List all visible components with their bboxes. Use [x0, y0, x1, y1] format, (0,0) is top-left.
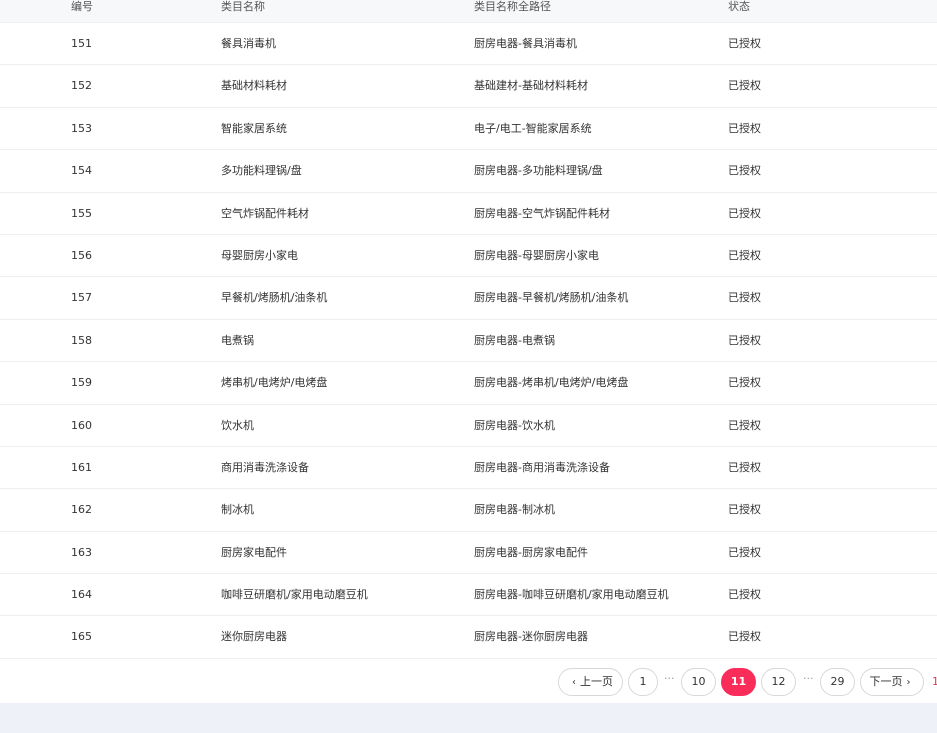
- pagination-trailing-text: 1: [932, 675, 937, 688]
- page: 编号 类目名称 类目名称全路径 状态 151 餐具消毒机 厨房电器-餐具消毒机 已授权…: [0, 0, 937, 733]
- table-row: 155 空气炸锅配件耗材 厨房电器-空气炸锅配件耗材 已授权: [0, 193, 937, 235]
- cell-category-name: 餐具消毒机: [221, 37, 276, 50]
- cell-category-path: 基础建材-基础材料耗材: [474, 79, 588, 93]
- cell-category-path: 厨房电器-商用消毒洗涤设备: [474, 460, 610, 474]
- cell-category-path: 厨房电器-烤串机/电烤炉/电烤盘: [474, 376, 629, 390]
- footer-band: [0, 703, 937, 733]
- cell-category-name: 多功能料理锅/盘: [221, 164, 302, 178]
- cell-category-name: 基础材料耗材: [221, 79, 287, 93]
- category-table: 编号 类目名称 类目名称全路径 状态 151 餐具消毒机 厨房电器-餐具消毒机 已授权…: [0, 0, 937, 659]
- prev-page-button[interactable]: ‹ 上一页: [558, 668, 623, 696]
- cell-category-name: 迷你厨房电器: [221, 630, 287, 644]
- cell-category-name: 早餐机/烤肠机/油条机: [221, 291, 328, 305]
- next-page-button[interactable]: 下一页 ›: [860, 668, 924, 696]
- cell-status: 已授权: [728, 376, 761, 390]
- cell-category-path: 厨房电器-厨房家电配件: [474, 545, 588, 559]
- cell-status: 已授权: [728, 164, 761, 178]
- page-29-button[interactable]: 29: [820, 668, 855, 696]
- table-row: 165 迷你厨房电器 厨房电器-迷你厨房电器 已授权: [0, 616, 937, 659]
- chevron-left-icon: ‹: [572, 677, 576, 688]
- cell-id: 155: [71, 206, 92, 220]
- cell-id: 161: [71, 460, 92, 474]
- table-body: 151 餐具消毒机 厨房电器-餐具消毒机 已授权 152 基础材料耗材 基础建材-基础材料耗…: [0, 23, 937, 659]
- cell-status: 已授权: [728, 121, 761, 135]
- pagination-ellipsis-left: ···: [664, 672, 675, 685]
- cell-category-path: 厨房电器-饮水机: [474, 418, 555, 432]
- cell-category-name: 母婴厨房小家电: [221, 248, 298, 262]
- table-row: 164 咖啡豆研磨机/家用电动磨豆机 厨房电器-咖啡豆研磨机/家用电动磨豆机 已授权: [0, 574, 937, 617]
- cell-status: 已授权: [728, 588, 761, 602]
- next-page-label: 下一页: [869, 675, 903, 688]
- cell-status: 已授权: [728, 248, 761, 262]
- cell-id: 154: [71, 164, 92, 178]
- chevron-right-icon: ›: [906, 677, 911, 688]
- cell-category-path: 电子/电工-智能家居系统: [474, 121, 592, 135]
- table-row: 152 基础材料耗材 基础建材-基础材料耗材 已授权: [0, 65, 937, 108]
- cell-id: 165: [71, 630, 92, 644]
- table-row: 153 智能家居系统 电子/电工-智能家居系统 已授权: [0, 108, 937, 151]
- cell-category-path: 厨房电器-餐具消毒机: [474, 37, 577, 50]
- cell-category-name: 电煮锅: [221, 333, 254, 347]
- table-row: 156 母婴厨房小家电 厨房电器-母婴厨房小家电 已授权: [0, 235, 937, 278]
- table-row: 162 制冰机 厨房电器-制冰机 已授权: [0, 489, 937, 532]
- cell-id: 158: [71, 333, 92, 347]
- table-row: 160 饮水机 厨房电器-饮水机 已授权: [0, 405, 937, 447]
- cell-status: 已授权: [728, 333, 761, 347]
- cell-id: 162: [71, 503, 92, 517]
- cell-category-path: 厨房电器-迷你厨房电器: [474, 630, 588, 644]
- cell-id: 152: [71, 79, 92, 93]
- table-row: 161 商用消毒洗涤设备 厨房电器-商用消毒洗涤设备 已授权: [0, 447, 937, 490]
- cell-id: 156: [71, 248, 92, 262]
- page-12-button[interactable]: 12: [761, 668, 796, 696]
- cell-category-name: 厨房家电配件: [221, 545, 287, 559]
- cell-id: 153: [71, 121, 92, 135]
- table-row: 159 烤串机/电烤炉/电烤盘 厨房电器-烤串机/电烤炉/电烤盘 已授权: [0, 362, 937, 405]
- cell-category-name: 商用消毒洗涤设备: [221, 460, 309, 474]
- pagination: ‹ 上一页 1 ··· 10 11 12 ··· 29 下一页 › 1: [0, 668, 937, 696]
- cell-category-name: 烤串机/电烤炉/电烤盘: [221, 376, 328, 390]
- table-row: 151 餐具消毒机 厨房电器-餐具消毒机 已授权: [0, 23, 937, 66]
- table-row: 158 电煮锅 厨房电器-电煮锅 已授权: [0, 320, 937, 363]
- cell-id: 151: [71, 37, 92, 50]
- table-header: 编号 类目名称 类目名称全路径 状态: [0, 0, 937, 23]
- cell-category-path: 厨房电器-电煮锅: [474, 333, 555, 347]
- page-1-button[interactable]: 1: [628, 668, 658, 696]
- cell-status: 已授权: [728, 206, 761, 220]
- cell-category-path: 厨房电器-早餐机/烤肠机/油条机: [474, 291, 629, 305]
- cell-status: 已授权: [728, 630, 761, 644]
- cell-id: 159: [71, 376, 92, 390]
- cell-status: 已授权: [728, 79, 761, 93]
- cell-status: 已授权: [728, 545, 761, 559]
- header-status: 状态: [728, 0, 750, 13]
- cell-status: 已授权: [728, 418, 761, 432]
- cell-category-path: 厨房电器-多功能料理锅/盘: [474, 164, 603, 178]
- cell-category-path: 厨房电器-空气炸锅配件耗材: [474, 206, 610, 220]
- cell-category-name: 智能家居系统: [221, 121, 287, 135]
- header-category-name: 类目名称: [221, 0, 265, 13]
- cell-category-name: 饮水机: [221, 418, 254, 432]
- page-11-button-current[interactable]: 11: [721, 668, 756, 696]
- cell-status: 已授权: [728, 37, 761, 50]
- cell-category-name: 空气炸锅配件耗材: [221, 206, 309, 220]
- table-row: 163 厨房家电配件 厨房电器-厨房家电配件 已授权: [0, 532, 937, 575]
- table-row: 157 早餐机/烤肠机/油条机 厨房电器-早餐机/烤肠机/油条机 已授权: [0, 277, 937, 320]
- cell-status: 已授权: [728, 460, 761, 474]
- header-id: 编号: [71, 0, 93, 13]
- cell-category-name: 咖啡豆研磨机/家用电动磨豆机: [221, 588, 368, 602]
- cell-status: 已授权: [728, 503, 761, 517]
- header-category-path: 类目名称全路径: [474, 0, 551, 13]
- cell-id: 157: [71, 291, 92, 305]
- pagination-ellipsis-right: ···: [803, 672, 814, 685]
- cell-category-path: 厨房电器-咖啡豆研磨机/家用电动磨豆机: [474, 588, 669, 602]
- cell-id: 164: [71, 588, 92, 602]
- cell-category-path: 厨房电器-制冰机: [474, 503, 555, 517]
- page-10-button[interactable]: 10: [681, 668, 716, 696]
- cell-id: 160: [71, 418, 92, 432]
- cell-category-path: 厨房电器-母婴厨房小家电: [474, 248, 599, 262]
- cell-status: 已授权: [728, 291, 761, 305]
- prev-page-label: 上一页: [580, 675, 613, 688]
- cell-category-name: 制冰机: [221, 503, 254, 517]
- table-row: 154 多功能料理锅/盘 厨房电器-多功能料理锅/盘 已授权: [0, 150, 937, 193]
- cell-id: 163: [71, 545, 92, 559]
